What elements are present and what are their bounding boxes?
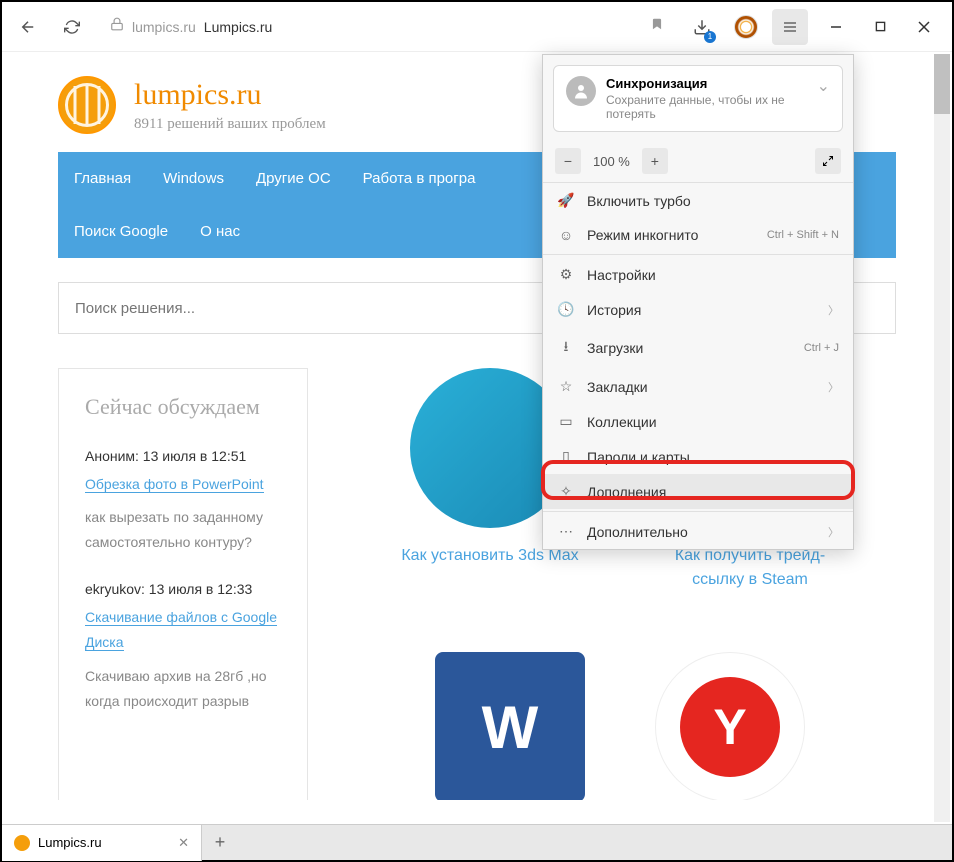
fullscreen-button[interactable] xyxy=(815,148,841,174)
new-tab-button[interactable]: + xyxy=(202,832,238,853)
comment-meta: Аноним: 13 июля в 12:51 xyxy=(85,448,281,464)
rocket-icon: 🚀 xyxy=(557,192,575,209)
nav-item[interactable]: О нас xyxy=(184,205,256,258)
more-icon: ⋯ xyxy=(557,523,575,540)
maximize-button[interactable] xyxy=(860,9,900,45)
address-bar[interactable]: lumpics.ru Lumpics.ru xyxy=(98,9,676,45)
scrollbar[interactable] xyxy=(934,54,950,822)
zoom-controls: − 100 % + xyxy=(543,140,853,183)
zoom-in-button[interactable]: + xyxy=(642,148,668,174)
nav-item[interactable]: Другие ОС xyxy=(240,152,347,205)
nav-item[interactable]: Главная xyxy=(58,152,147,205)
downloads-button[interactable]: 1 xyxy=(684,9,720,45)
site-subtitle: 8911 решений ваших проблем xyxy=(134,116,326,133)
comment-body: как вырезать по заданному самостоятельно… xyxy=(85,505,281,555)
download-icon: ⭳ xyxy=(557,336,575,360)
lock-icon xyxy=(110,17,124,36)
menu-turbo[interactable]: 🚀Включить турбо xyxy=(543,183,853,218)
collection-icon: ▭ xyxy=(557,413,575,430)
sync-title: Синхронизация xyxy=(606,76,807,91)
back-button[interactable] xyxy=(10,9,46,45)
chevron-right-icon: 〉 xyxy=(828,524,839,540)
sync-subtitle: Сохраните данные, чтобы их не потерять xyxy=(606,93,807,121)
menu-more[interactable]: ⋯Дополнительно〉 xyxy=(543,514,853,549)
menu-history[interactable]: 🕓История〉 xyxy=(543,292,853,327)
menu-extensions[interactable]: ✧Дополнения xyxy=(543,474,853,509)
browser-menu: Синхронизация Сохраните данные, чтобы их… xyxy=(542,54,854,550)
site-title: lumpics.ru xyxy=(134,78,326,112)
tab-label: Lumpics.ru xyxy=(38,835,102,850)
comment-item: ekryukov: 13 июля в 12:33 Скачивание фай… xyxy=(85,581,281,714)
nav-item[interactable]: Windows xyxy=(147,152,240,205)
comment-meta: ekryukov: 13 июля в 12:33 xyxy=(85,581,281,597)
reload-button[interactable] xyxy=(54,9,90,45)
menu-downloads[interactable]: ⭳ЗагрузкиCtrl + J xyxy=(543,327,853,369)
zoom-out-button[interactable]: − xyxy=(555,148,581,174)
comment-link[interactable]: Обрезка фото в PowerPoint xyxy=(85,476,264,493)
star-icon: ☆ xyxy=(557,378,575,395)
site-logo-icon xyxy=(58,76,116,134)
profile-button[interactable] xyxy=(728,9,764,45)
menu-button[interactable] xyxy=(772,9,808,45)
chevron-right-icon: 〉 xyxy=(828,302,839,318)
comment-item: Аноним: 13 июля в 12:51 Обрезка фото в P… xyxy=(85,448,281,556)
tab-close-button[interactable]: ✕ xyxy=(178,835,189,851)
address-title: Lumpics.ru xyxy=(204,19,272,35)
favicon-icon xyxy=(14,835,30,851)
clock-icon: 🕓 xyxy=(557,301,575,318)
menu-passwords[interactable]: ▯Пароли и карты xyxy=(543,439,853,474)
card-title: Как получить трейд-ссылку в Steam xyxy=(655,544,845,592)
card-icon: ▯ xyxy=(557,448,575,465)
mask-icon: ☺ xyxy=(557,227,575,243)
nav-item[interactable]: Работа в програ xyxy=(347,152,492,205)
close-window-button[interactable] xyxy=(904,9,944,45)
browser-toolbar: lumpics.ru Lumpics.ru 1 xyxy=(2,2,952,52)
chevron-right-icon: 〉 xyxy=(828,379,839,395)
comment-body: Скачиваю архив на 28гб ,но когда происхо… xyxy=(85,664,281,714)
comment-link[interactable]: Скачивание файлов с Google Диска xyxy=(85,609,277,651)
word-tile-icon[interactable]: W xyxy=(435,652,585,800)
avatar-icon xyxy=(566,76,596,106)
menu-bookmarks[interactable]: ☆Закладки〉 xyxy=(543,369,853,404)
discussion-sidebar: Сейчас обсуждаем Аноним: 13 июля в 12:51… xyxy=(58,368,308,800)
menu-collections[interactable]: ▭Коллекции xyxy=(543,404,853,439)
puzzle-icon: ✧ xyxy=(557,483,575,500)
menu-incognito[interactable]: ☺Режим инкогнитоCtrl + Shift + N xyxy=(543,218,853,252)
chevron-down-icon: ⌄ xyxy=(817,76,830,96)
browser-tab[interactable]: Lumpics.ru ✕ xyxy=(2,825,202,861)
bookmark-icon[interactable] xyxy=(650,17,664,36)
yandex-tile-icon[interactable]: Y xyxy=(655,652,805,800)
sync-banner[interactable]: Синхронизация Сохраните данные, чтобы их… xyxy=(553,65,843,132)
tab-bar: Lumpics.ru ✕ + xyxy=(2,824,952,860)
nav-item[interactable]: Поиск Google xyxy=(58,205,184,258)
minimize-button[interactable] xyxy=(816,9,856,45)
address-domain: lumpics.ru xyxy=(132,19,196,35)
zoom-value: 100 % xyxy=(587,154,636,169)
sidebar-heading: Сейчас обсуждаем xyxy=(85,393,281,422)
gear-icon: ⚙ xyxy=(557,266,575,283)
menu-settings[interactable]: ⚙Настройки xyxy=(543,257,853,292)
